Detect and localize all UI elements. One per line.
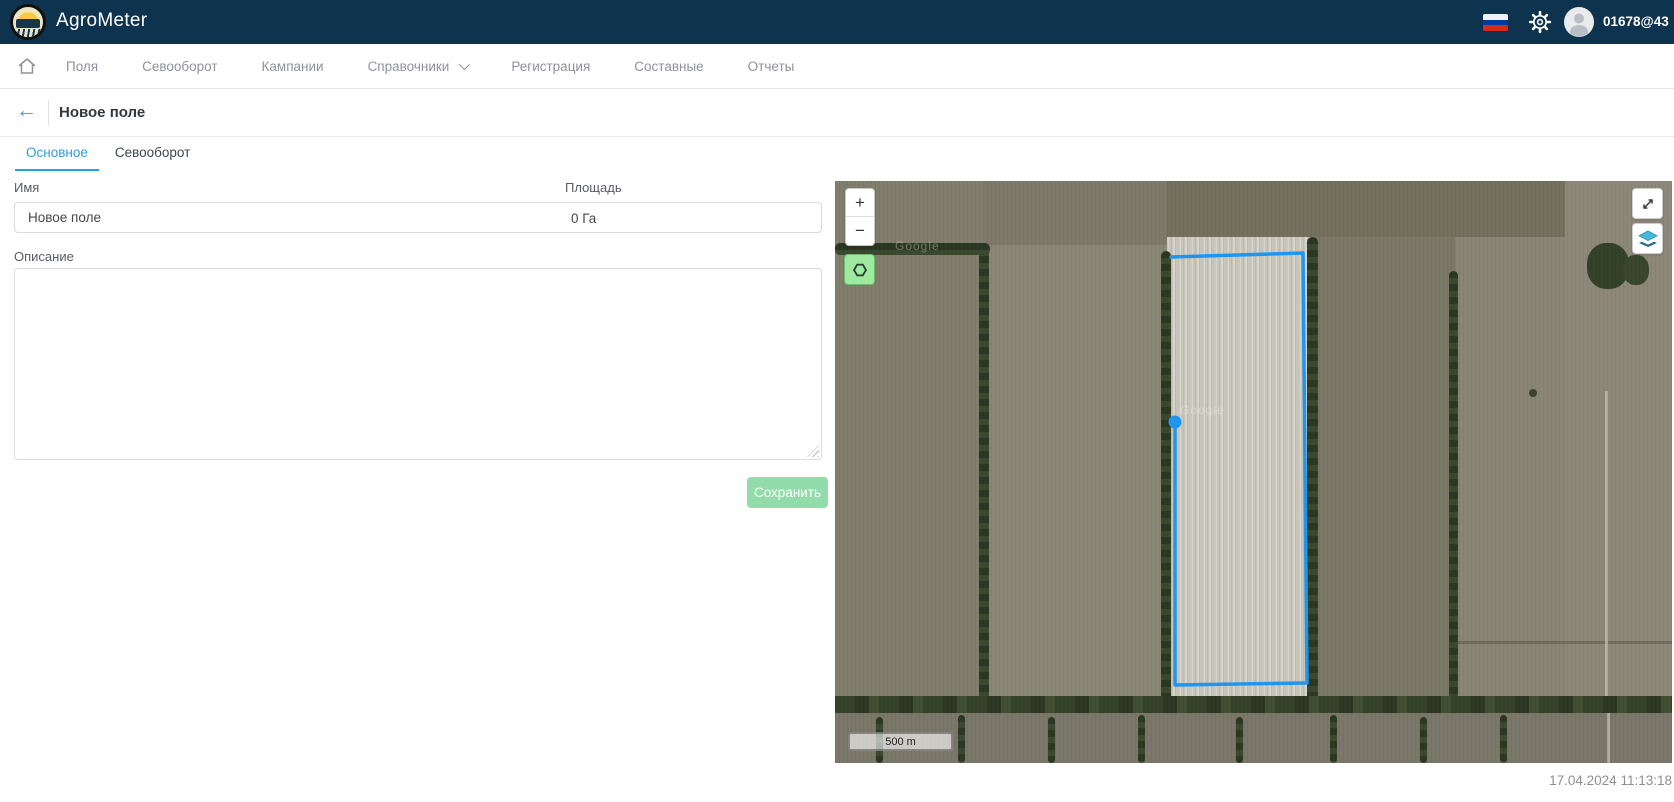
name-label: Имя bbox=[14, 180, 39, 195]
flag-stripe-red bbox=[1483, 25, 1508, 31]
language-flag-icon[interactable] bbox=[1483, 14, 1508, 31]
nav-item-label: Составные bbox=[634, 59, 703, 74]
area-value: 0 Га bbox=[571, 211, 596, 226]
nav-item-campaigns[interactable]: Кампании bbox=[262, 59, 324, 74]
nav-item-label: Поля bbox=[66, 59, 98, 74]
layers-icon bbox=[1636, 227, 1660, 251]
chevron-down-icon bbox=[459, 59, 470, 70]
map-zoom-controls: + − bbox=[845, 188, 875, 246]
layers-button[interactable] bbox=[1632, 223, 1663, 254]
top-bar: AgroMeter 01678@43 bbox=[0, 0, 1674, 44]
field-polygon-overlay bbox=[835, 181, 1672, 763]
nav-item-label: Справочники bbox=[368, 59, 450, 74]
description-label: Описание bbox=[14, 249, 74, 264]
user-avatar[interactable] bbox=[1564, 7, 1594, 37]
page-title: Новое поле bbox=[59, 104, 145, 121]
zoom-in-button[interactable]: + bbox=[846, 189, 874, 217]
field-polygon[interactable] bbox=[1171, 253, 1307, 685]
status-timestamp: 17.04.2024 11:13:18 bbox=[1549, 773, 1672, 788]
description-field-wrap bbox=[14, 268, 822, 460]
nav-item-reports[interactable]: Отчеты bbox=[748, 59, 795, 74]
app-title: AgroMeter bbox=[56, 10, 147, 32]
name-input[interactable] bbox=[14, 202, 822, 233]
zoom-out-button[interactable]: − bbox=[846, 217, 874, 245]
save-button[interactable]: Сохранить bbox=[747, 477, 828, 508]
app-logo-icon[interactable] bbox=[10, 4, 46, 40]
nav-item-label: Регистрация bbox=[511, 59, 590, 74]
area-label: Площадь bbox=[565, 180, 622, 195]
logo-tractor-shape bbox=[16, 19, 40, 28]
title-divider bbox=[48, 100, 49, 126]
home-icon[interactable] bbox=[16, 55, 38, 77]
logo-field-shape bbox=[13, 29, 43, 37]
nav-item-label: Кампании bbox=[262, 59, 324, 74]
tab-bar: Основное Севооборот bbox=[0, 137, 1674, 171]
draw-polygon-button[interactable] bbox=[844, 254, 875, 285]
nav-item-composites[interactable]: Составные bbox=[634, 59, 703, 74]
tab-crop-rotation[interactable]: Севооборот bbox=[104, 137, 201, 171]
nav-item-label: Севооборот bbox=[142, 59, 217, 74]
nav-item-registration[interactable]: Регистрация bbox=[511, 59, 590, 74]
nav-item-fields[interactable]: Поля bbox=[66, 59, 98, 74]
settings-gear-icon[interactable] bbox=[1528, 10, 1552, 34]
page-header: ← Новое поле bbox=[0, 89, 1674, 137]
nav-item-crop-rotation[interactable]: Севооборот bbox=[142, 59, 217, 74]
main-nav: Поля Севооборот Кампании Справочники Рег… bbox=[0, 44, 1674, 89]
description-input[interactable] bbox=[14, 268, 822, 460]
nav-item-label: Отчеты bbox=[748, 59, 795, 74]
username-label: 01678@43 bbox=[1603, 14, 1669, 29]
polygon-vertex-handle[interactable] bbox=[1169, 416, 1182, 429]
nav-item-directories[interactable]: Справочники bbox=[368, 59, 468, 74]
map-scale-bar: 500 m bbox=[848, 732, 953, 751]
hexagon-icon bbox=[849, 259, 871, 281]
satellite-map[interactable]: Google Google + − 500 m bbox=[835, 181, 1672, 763]
scale-label: 500 m bbox=[885, 736, 916, 748]
back-arrow-icon[interactable]: ← bbox=[16, 99, 37, 123]
fullscreen-expand-icon bbox=[1639, 195, 1657, 213]
fullscreen-button[interactable] bbox=[1632, 188, 1663, 219]
tab-main[interactable]: Основное bbox=[15, 137, 99, 171]
